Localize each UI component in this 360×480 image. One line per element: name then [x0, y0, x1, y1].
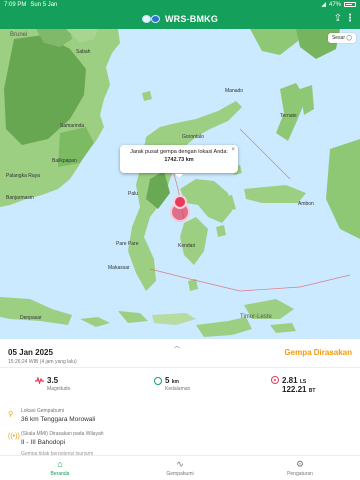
- distance-popup[interactable]: × Jarak pusat gempa dengan lokasi Anda: …: [120, 145, 238, 178]
- divider: [0, 367, 360, 368]
- home-icon: ⌂: [57, 459, 63, 469]
- event-date: 05 Jan 2025: [8, 348, 53, 357]
- nav-item-pengaturan[interactable]: ⚙ Pengaturan: [240, 456, 360, 480]
- signal-icon: ◢: [321, 2, 326, 8]
- bmkg-logo-icon: [141, 15, 162, 23]
- broadcast-icon: ((•)): [8, 433, 20, 440]
- distance-popup-text: Jarak pusat gempa dengan lokasi Anda:: [130, 149, 228, 155]
- nav-label-beranda: Beranda: [50, 471, 70, 477]
- map-label-samarinda: Samarinda: [60, 123, 85, 129]
- map-label-denpasar: Denpasar: [20, 315, 42, 321]
- nav-item-beranda[interactable]: ⌂ Beranda: [0, 456, 120, 480]
- status-time: 7:09 PM: [4, 1, 27, 8]
- event-type-badge: Gempa Dirasakan: [284, 348, 352, 357]
- mmi-label: (Skala MMI) Dirasakan pada Wilayah: [21, 431, 104, 437]
- close-icon[interactable]: ×: [231, 147, 235, 153]
- gear-icon: ⚙: [295, 459, 305, 469]
- map-label-banjarmasin: Banjarmasin: [6, 195, 34, 201]
- location-pin-icon: ⚲: [8, 411, 14, 418]
- depth-value: 5: [165, 376, 170, 385]
- status-date: Sun 5 Jan: [30, 1, 58, 8]
- app-header: WRS-BMKG ⇪ ⋮: [0, 9, 360, 29]
- app-title: WRS-BMKG: [164, 14, 219, 24]
- more-vertical-icon[interactable]: ⋮: [345, 13, 355, 25]
- map-label-palangka-raya: Palangka Raya: [6, 173, 40, 179]
- status-battery-text: 47%: [328, 1, 341, 8]
- event-time: 15:26:24 WIB (4 jam yang lalu): [8, 359, 77, 365]
- depth-label: Kedalaman: [165, 386, 191, 392]
- map-label-sabah: Sabah: [76, 49, 91, 55]
- map-view[interactable]: Sesar ◯ Brunei Sabah Samarinda Balikpapa…: [0, 29, 360, 339]
- map-label-parepare: Pare Pare: [116, 241, 139, 247]
- mmi-value: II - III Bahodopi: [21, 439, 66, 446]
- event-metrics: 3.5 Magnitudo 5 km Kedalaman 2.81 LS 122…: [0, 376, 360, 398]
- event-time-value: 15:26:24 WIB: [8, 359, 39, 365]
- map-label-palu: Palu: [128, 191, 139, 197]
- fault-toggle-label: Sesar: [331, 35, 345, 41]
- seismic-wave-icon: [35, 377, 44, 384]
- depth-unit: km: [171, 379, 179, 385]
- battery-icon: [344, 2, 356, 7]
- location-value: 36 km Tenggara Morowali: [21, 416, 96, 423]
- map-label-balikpapan: Balikpapan: [52, 158, 77, 164]
- status-bar: 7:09 PM Sun 5 Jan ◢ 47%: [0, 0, 360, 9]
- event-time-ago: (4 jam yang lalu): [39, 359, 77, 365]
- earthquake-details-sheet: ︿ 05 Jan 2025 15:26:24 WIB (4 jam yang l…: [0, 339, 360, 457]
- location-info-row: ⚲ Lokasi Gempabumi 36 km Tenggara Morowa…: [8, 408, 348, 426]
- mmi-info-row: ((•)) (Skala MMI) Dirasakan pada Wilayah…: [8, 431, 348, 449]
- location-label: Lokasi Gempabumi: [21, 408, 65, 414]
- map-label-ambon: Ambon: [298, 201, 314, 207]
- map-label-kendari: Kendari: [178, 243, 196, 249]
- chevron-up-icon[interactable]: ︿: [174, 341, 180, 350]
- nav-item-gempabumi[interactable]: ∿ Gempabumi: [120, 456, 240, 480]
- longitude-value: 122.21: [282, 385, 307, 394]
- magnitude-label: Magnitudo: [47, 386, 71, 392]
- longitude-unit: BT: [308, 388, 316, 394]
- latitude-value: 2.81: [282, 376, 298, 385]
- map-label-manado: Manado: [225, 88, 244, 94]
- map-label-brunei: Brunei: [10, 32, 28, 38]
- map-label-makassar: Makassar: [108, 265, 130, 271]
- nav-label-gempabumi: Gempabumi: [166, 471, 194, 477]
- map-label-timor-leste: Timor-Leste: [240, 314, 272, 320]
- depth-metric: 5 km Kedalaman: [154, 376, 191, 392]
- fault-toggle-button[interactable]: Sesar ◯: [327, 33, 356, 43]
- magnitude-value: 3.5: [47, 376, 59, 385]
- distance-popup-value: 1742.73 km: [164, 157, 194, 163]
- seismograph-icon: ∿: [176, 459, 184, 469]
- coordinates-metric: 2.81 LS 122.21 BT: [271, 376, 316, 394]
- target-icon: [271, 376, 279, 384]
- share-icon[interactable]: ⇪: [334, 13, 342, 25]
- map-label-gorontalo: Gorontalo: [182, 134, 204, 140]
- depth-icon: [154, 377, 162, 385]
- bottom-nav: ⌂ Beranda ∿ Gempabumi ⚙ Pengaturan: [0, 455, 360, 480]
- magnitude-metric: 3.5 Magnitudo: [35, 376, 71, 392]
- nav-label-pengaturan: Pengaturan: [287, 471, 313, 477]
- map-terrain: [0, 29, 360, 337]
- epicenter-marker-icon[interactable]: [173, 195, 187, 209]
- map-label-ternate: Ternate: [280, 113, 297, 119]
